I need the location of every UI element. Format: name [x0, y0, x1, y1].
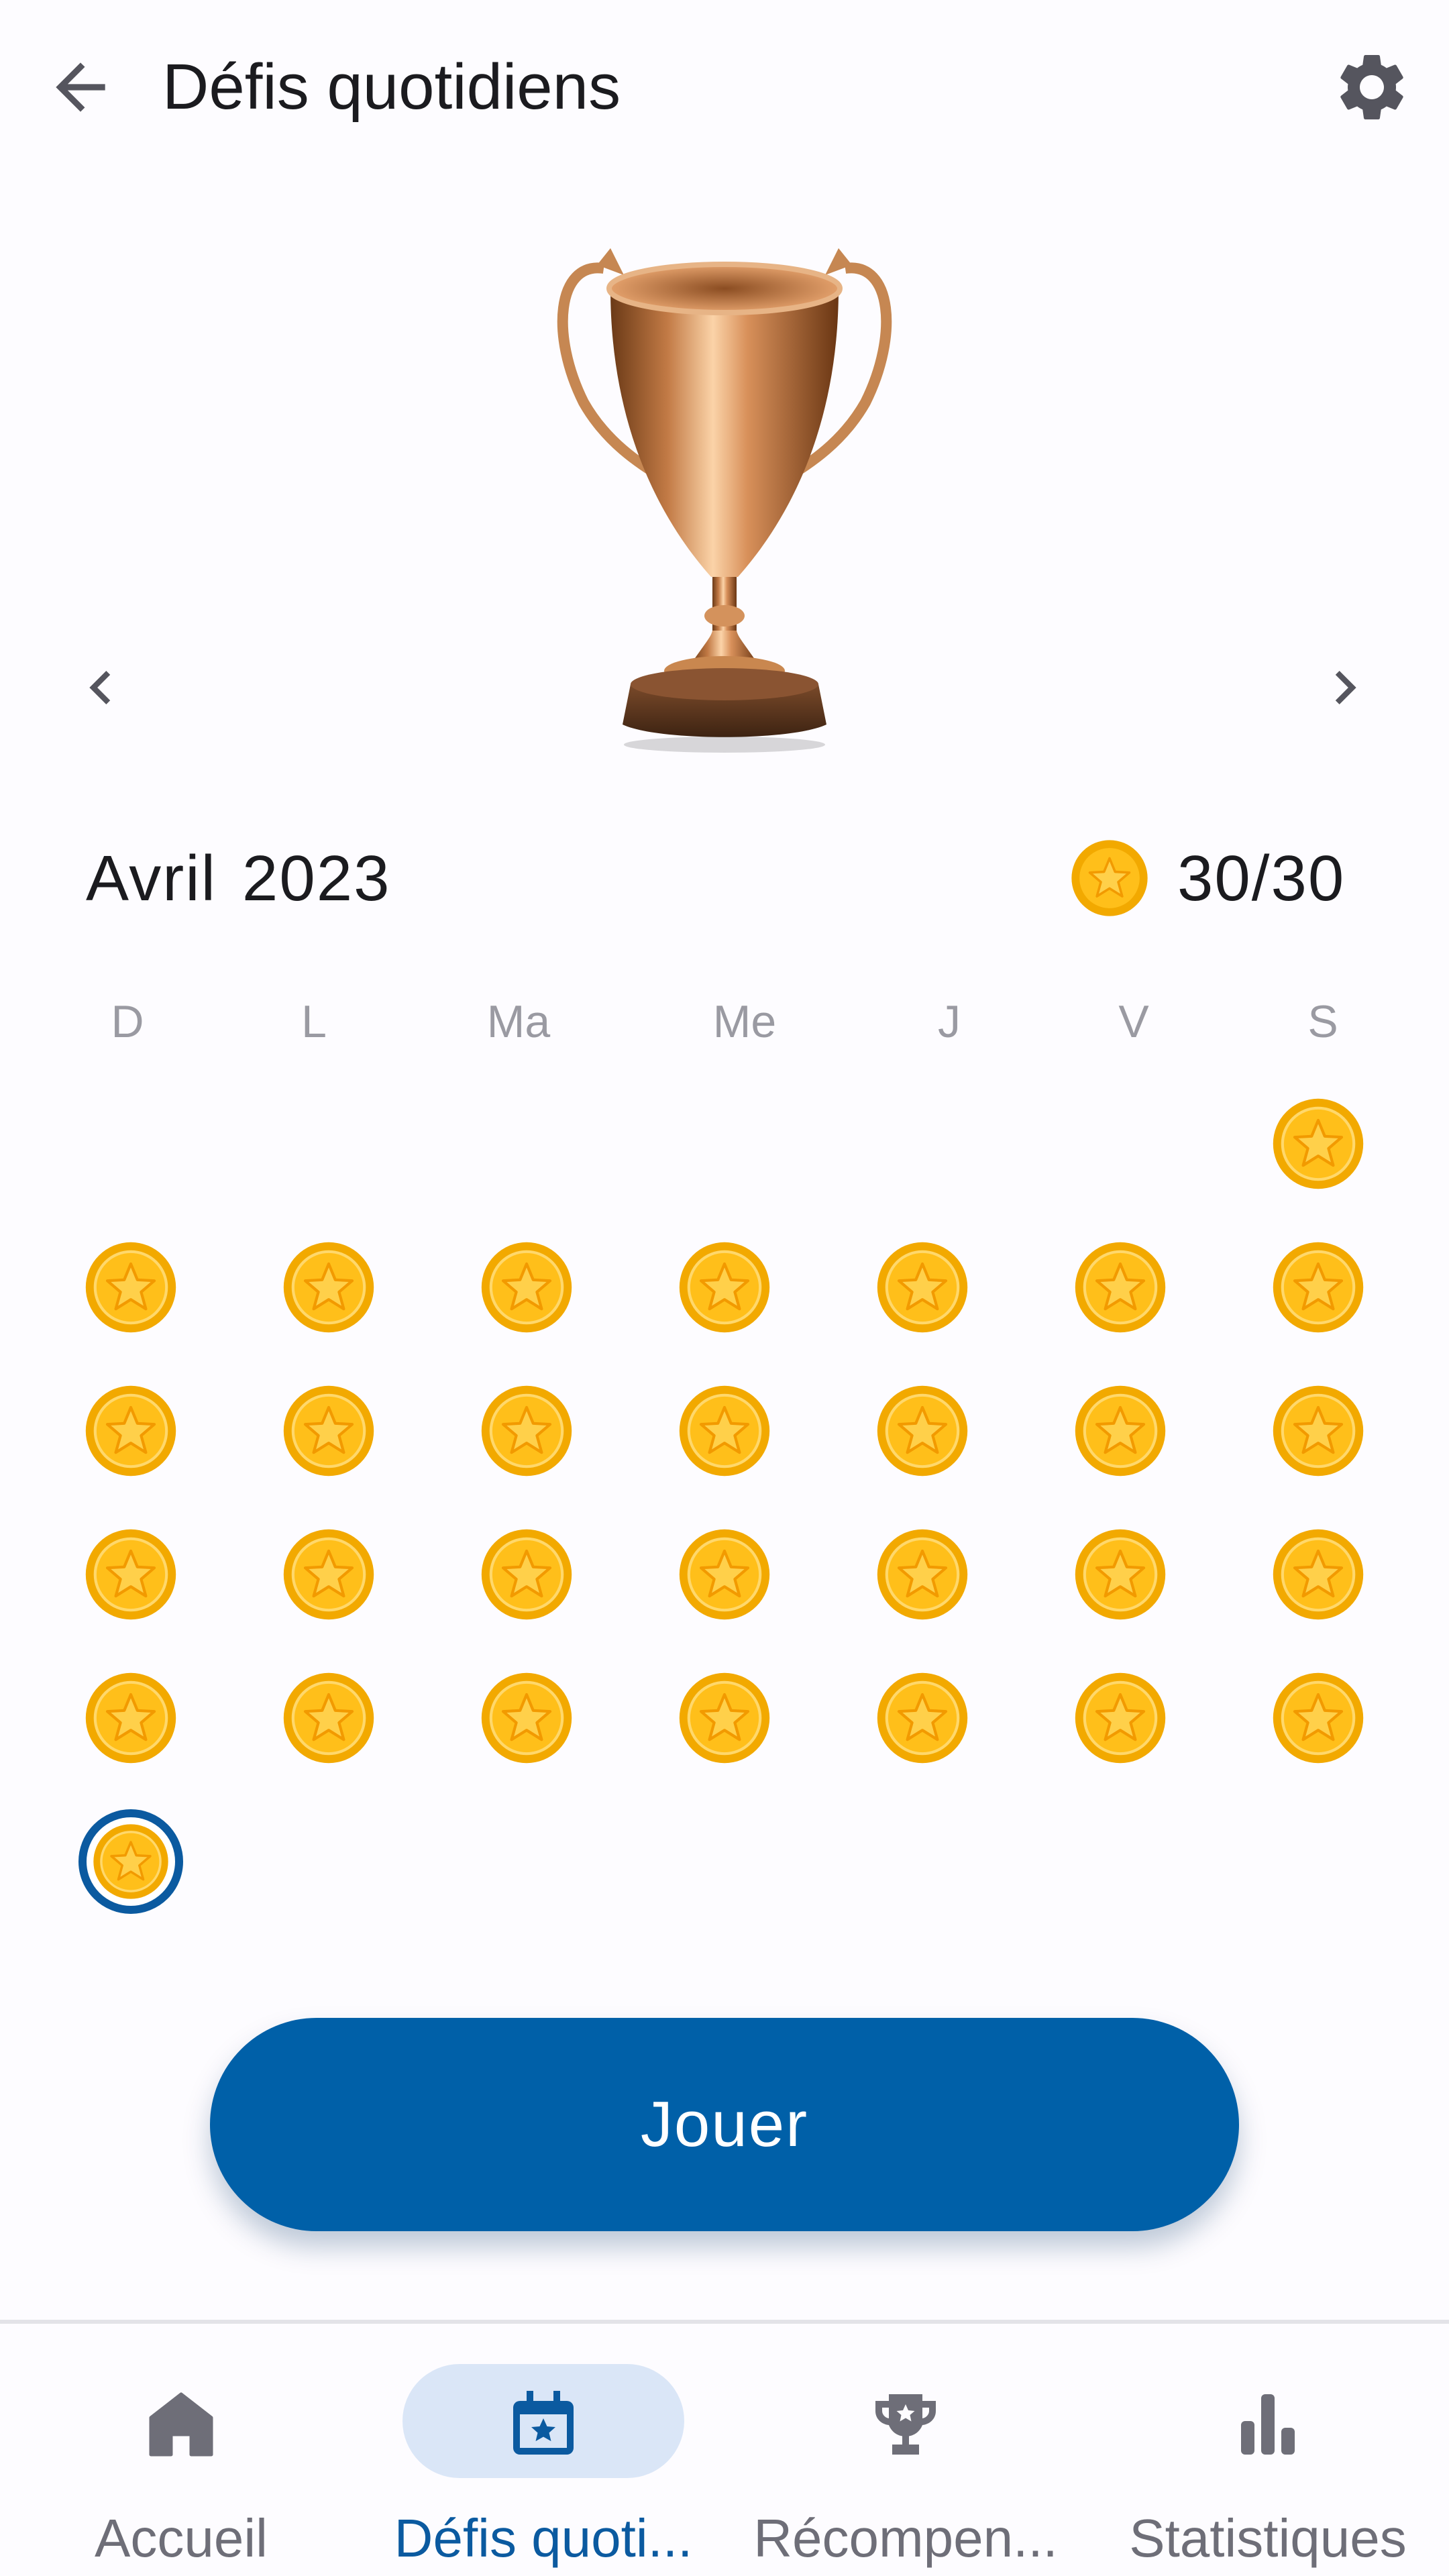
nav-label-home: Accueil — [95, 2508, 268, 2568]
star-coin-icon — [85, 1672, 176, 1764]
chevron-left-icon — [89, 671, 111, 704]
previous-month-button[interactable] — [60, 641, 141, 735]
star-coin-icon — [1273, 1529, 1364, 1620]
star-coin-icon — [877, 1672, 968, 1764]
calendar-day-coin[interactable] — [282, 1384, 376, 1478]
calendar-day-coin[interactable] — [480, 1240, 574, 1334]
calendar-day-coin[interactable] — [1073, 1240, 1167, 1334]
calendar-day-coin[interactable] — [480, 1384, 574, 1478]
nav-label-rewards: Récompen... — [753, 2508, 1058, 2568]
calendar-day-coin[interactable] — [678, 1527, 771, 1621]
calendar-day-coin[interactable] — [875, 1671, 969, 1765]
star-coin-icon — [1273, 1242, 1364, 1333]
calendar-day-coin[interactable] — [1073, 1527, 1167, 1621]
weekday-sunday: D — [111, 996, 144, 1047]
bar-chart-icon — [1241, 2394, 1295, 2455]
star-coin-icon — [481, 1672, 572, 1764]
calendar-day-coin[interactable] — [875, 1384, 969, 1478]
weekday-tuesday: Ma — [486, 996, 551, 1047]
calendar-day-coin[interactable] — [1271, 1671, 1365, 1765]
star-coin-icon — [679, 1242, 770, 1333]
weekday-saturday: S — [1307, 996, 1338, 1047]
calendar-day-coin[interactable] — [678, 1240, 771, 1334]
calendar-day-coin[interactable] — [84, 1384, 178, 1478]
star-coin-icon — [481, 1385, 572, 1477]
next-month-button[interactable] — [1305, 641, 1385, 735]
star-coin-icon — [1273, 1385, 1364, 1477]
calendar-day-coin[interactable] — [84, 1671, 178, 1765]
bottom-navigation: Accueil Défis quoti... Récompen... Stati… — [0, 2320, 1449, 2576]
nav-item-daily-challenges[interactable]: Défis quoti... — [362, 2324, 724, 2576]
star-coin-icon — [283, 1385, 374, 1477]
weekday-friday: V — [1118, 996, 1149, 1047]
nav-label-statistics: Statistiques — [1129, 2508, 1407, 2568]
calendar-day-coin[interactable] — [1073, 1671, 1167, 1765]
score-counter: 30/30 — [1177, 843, 1346, 914]
star-coin-icon — [481, 1242, 572, 1333]
calendar-day-coin[interactable] — [480, 1671, 574, 1765]
calendar-day-coin[interactable] — [875, 1527, 969, 1621]
year: 2023 — [241, 843, 391, 914]
calendar-day-coin[interactable] — [480, 1527, 574, 1621]
calendar-day-coin[interactable] — [282, 1240, 376, 1334]
star-coin-icon — [283, 1242, 374, 1333]
nav-item-rewards[interactable]: Récompen... — [724, 2324, 1087, 2576]
gear-icon — [1340, 54, 1403, 119]
trophy-icon — [875, 2394, 936, 2455]
star-coin-icon — [679, 1385, 770, 1477]
settings-button[interactable] — [1325, 40, 1419, 134]
chevron-right-icon — [1335, 671, 1356, 704]
calendar-day-today-coin[interactable] — [78, 1809, 183, 1914]
star-coin-icon — [1075, 1242, 1166, 1333]
calendar-day-coin[interactable] — [1271, 1097, 1365, 1191]
calendar-day-coin[interactable] — [1271, 1240, 1365, 1334]
arrow-left-icon — [56, 62, 105, 112]
star-coin-icon — [1075, 1529, 1166, 1620]
star-coin-icon — [85, 1242, 176, 1333]
star-coin-icon — [283, 1672, 374, 1764]
calendar-day-coin[interactable] — [282, 1527, 376, 1621]
star-coin-icon — [1273, 1098, 1364, 1189]
nav-item-statistics[interactable]: Statistiques — [1087, 2324, 1449, 2576]
star-coin-icon — [1075, 1385, 1166, 1477]
calendar-star-icon — [513, 2391, 574, 2455]
calendar-day-coin[interactable] — [282, 1671, 376, 1765]
star-coin-icon — [1075, 1672, 1166, 1764]
star-coin-icon — [481, 1529, 572, 1620]
star-coin-icon — [679, 1529, 770, 1620]
weekday-wednesday: Me — [712, 996, 777, 1047]
star-coin-icon — [877, 1242, 968, 1333]
daily-challenges-screen: Défis quotidiens Avril 2023 30/30 D L Ma… — [0, 0, 1449, 2576]
nav-item-home[interactable]: Accueil — [0, 2324, 362, 2576]
weekday-monday: L — [301, 996, 327, 1047]
star-coin-icon — [85, 1529, 176, 1620]
coin-icon — [1071, 840, 1148, 916]
star-coin-icon — [93, 1824, 168, 1899]
calendar-day-coin[interactable] — [84, 1240, 178, 1334]
calendar-day-coin[interactable] — [1271, 1384, 1365, 1478]
calendar-day-coin[interactable] — [1271, 1527, 1365, 1621]
bronze-trophy-image — [557, 248, 892, 753]
play-button[interactable]: Jouer — [210, 2018, 1239, 2231]
calendar-day-coin[interactable] — [875, 1240, 969, 1334]
weekday-thursday: J — [938, 996, 961, 1047]
month-name: Avril — [86, 843, 217, 914]
calendar-day-coin[interactable] — [84, 1527, 178, 1621]
month-label: Avril 2023 — [86, 839, 390, 919]
star-coin-icon — [877, 1529, 968, 1620]
star-coin-icon — [1273, 1672, 1364, 1764]
back-button[interactable] — [34, 40, 127, 134]
star-coin-icon — [85, 1385, 176, 1477]
nav-label-daily-challenges: Défis quoti... — [394, 2508, 693, 2568]
home-icon — [149, 2392, 213, 2457]
star-coin-icon — [283, 1529, 374, 1620]
calendar-day-coin[interactable] — [1073, 1384, 1167, 1478]
star-coin-icon — [877, 1385, 968, 1477]
calendar-day-coin[interactable] — [678, 1671, 771, 1765]
star-coin-icon — [679, 1672, 770, 1764]
page-title: Défis quotidiens — [162, 51, 621, 123]
calendar-day-coin[interactable] — [678, 1384, 771, 1478]
